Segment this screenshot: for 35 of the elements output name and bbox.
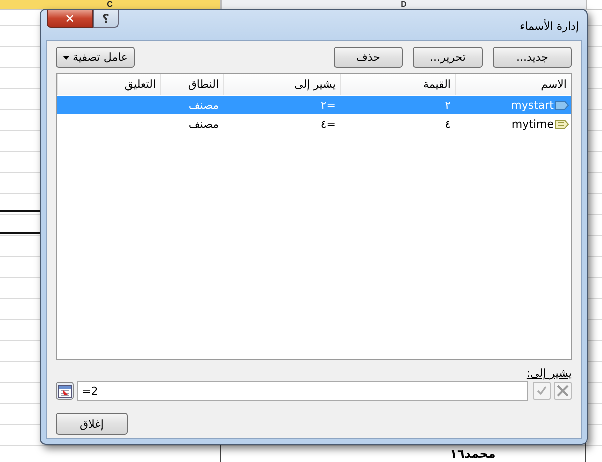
table-cell: =٢ [320,98,336,112]
caret-icon [62,56,70,60]
collapse-dialog-button[interactable] [56,382,74,400]
delete-button[interactable]: حذف [334,47,403,68]
column-header[interactable]: D [221,0,587,9]
edit-button[interactable]: تحرير... [413,47,483,68]
table-cell: مصنف [188,118,219,130]
cancel-edit-button[interactable] [554,382,572,400]
table-cell: مصنف [188,98,219,112]
table-cell: mystart [511,98,554,112]
column-header[interactable]: التعليق [57,74,160,95]
tag-icon [555,120,569,128]
filter-button[interactable]: عامل تصفية [56,47,135,68]
refers-to-field[interactable]: =2 [77,381,528,401]
table-cell: ٢ [445,98,451,112]
close-icon [556,384,570,398]
column-header[interactable]: C [0,0,221,9]
confirm-edit-button[interactable] [533,382,551,400]
new-button[interactable]: جديد... [493,47,572,68]
help-button[interactable]: ؟ [93,10,119,28]
column-header[interactable]: القيمة [340,74,455,95]
window-title: إدارة الأسماء [520,20,579,33]
table-cell: mytime [512,118,554,130]
column-header[interactable]: يشير إلى [223,74,340,95]
column-header[interactable]: الاسم [455,74,571,95]
cell-text: محمد١٦ [450,447,496,461]
table-cell: =٤ [320,118,336,130]
check-icon [536,385,548,397]
table-cell: ٤ [445,118,451,130]
close-button[interactable]: إغلاق [56,413,128,435]
tag-icon [555,100,569,110]
refers-to-label: يشير إلى: [526,367,572,380]
range-select-icon [58,384,72,398]
close-button[interactable]: ✕ [47,10,93,28]
column-header[interactable]: النطاق [160,74,223,95]
